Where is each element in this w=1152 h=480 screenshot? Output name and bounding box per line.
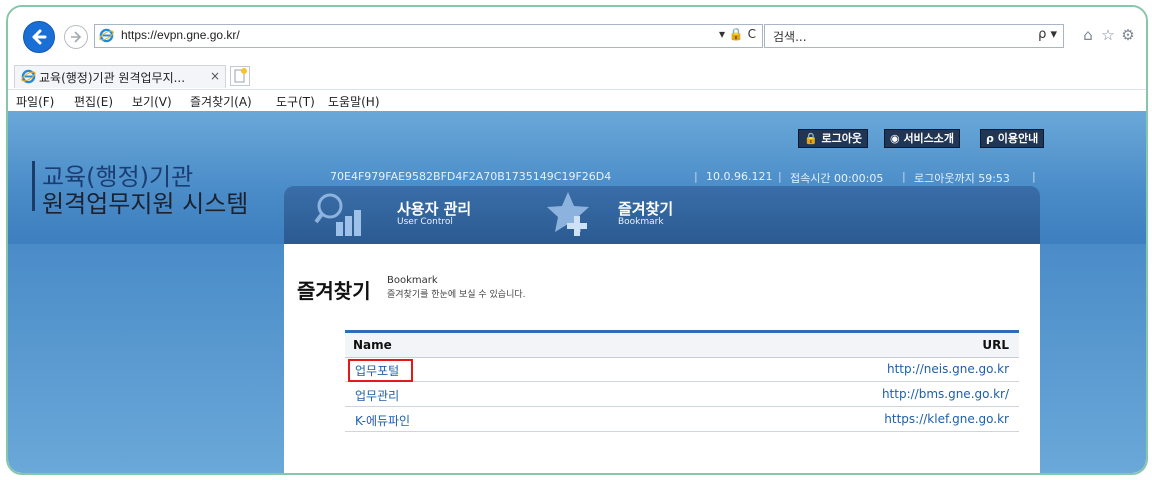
menu-edit[interactable]: 편집(E) [74, 93, 113, 110]
nav-bookmark-subtitle: Bookmark [618, 217, 664, 227]
url-field[interactable]: https://evpn.gne.go.kr/ ▾ 🔒 C [94, 24, 763, 48]
page-title: 즐겨찾기 [297, 279, 371, 303]
bookmark-name-link[interactable]: K-에듀파인 [355, 412, 410, 429]
new-tab-icon [234, 68, 247, 83]
nav-user-control-title: 사용자 관리 [397, 200, 472, 218]
table-header: Name URL [345, 330, 1019, 358]
address-bar-row: https://evpn.gne.go.kr/ ▾ 🔒 C 검색... ρ ▾ … [8, 7, 1146, 63]
menu-view[interactable]: 보기(V) [132, 93, 172, 110]
star-icon[interactable]: ☆ [1098, 26, 1118, 44]
bookmark-url-link[interactable]: http://neis.gne.go.kr [887, 362, 1009, 376]
search-placeholder[interactable]: 검색... [773, 28, 807, 45]
info-divider: | [1032, 170, 1036, 183]
guide-label: 이용안내 [997, 132, 1039, 145]
ip-address: 10.0.96.121 [706, 170, 773, 183]
back-button[interactable] [23, 21, 55, 53]
page-title-english: Bookmark [387, 275, 438, 286]
tab-bar: 교육(행정)기관 원격업무지... × [8, 63, 1146, 90]
column-url: URL [982, 338, 1009, 352]
browser-window: https://evpn.gne.go.kr/ ▾ 🔒 C 검색... ρ ▾ … [6, 5, 1148, 475]
page-description: 즐겨찾기를 한눈에 보실 수 있습니다. [387, 290, 526, 300]
home-icon[interactable]: ⌂ [1078, 26, 1098, 44]
url-tools-icons[interactable]: ▾ 🔒 C [719, 27, 756, 41]
system-title-line2: 원격업무지원 시스템 [42, 190, 249, 218]
info-divider: | [694, 170, 698, 183]
gear-icon[interactable]: ⚙ [1118, 26, 1138, 44]
browser-tab[interactable]: 교육(행정)기관 원격업무지... × [14, 65, 226, 88]
table-row: 업무포털 http://neis.gne.go.kr [345, 357, 1019, 382]
search-icon[interactable]: ρ ▾ [1038, 27, 1057, 42]
info-divider: | [778, 170, 782, 183]
forward-arrow-icon [71, 31, 82, 43]
browser-toolbar-icons: ⌂ ☆ ⚙ [1078, 25, 1144, 45]
bookmark-url-link[interactable]: http://bms.gne.go.kr/ [882, 387, 1009, 401]
search-field[interactable]: 검색... ρ ▾ [764, 24, 1064, 48]
bookmark-url-link[interactable]: https://klef.gne.go.kr [884, 412, 1009, 426]
title-accent-bar [32, 161, 35, 211]
column-name: Name [353, 338, 392, 352]
ie-logo-icon [21, 69, 36, 84]
url-text[interactable]: https://evpn.gne.go.kr/ [121, 28, 240, 42]
table-row: K-에듀파인 https://klef.gne.go.kr [345, 407, 1019, 432]
table-row: 업무관리 http://bms.gne.go.kr/ [345, 382, 1019, 407]
logout-countdown: 로그아웃까지 59:53 [914, 172, 1010, 185]
menu-favorites[interactable]: 즐겨찾기(A) [190, 93, 252, 110]
forward-button[interactable] [64, 25, 88, 49]
tab-close-icon[interactable]: × [210, 69, 220, 83]
menu-tools[interactable]: 도구(T) [276, 93, 315, 110]
logout-label: 로그아웃 [821, 132, 863, 145]
bookmark-star-icon [547, 192, 589, 236]
content-area: 즐겨찾기 Bookmark 즐겨찾기를 한눈에 보실 수 있습니다. Name … [284, 244, 1040, 473]
new-tab-button[interactable] [230, 66, 250, 86]
logout-button[interactable]: 🔒 로그아웃 [798, 129, 869, 148]
service-intro-button[interactable]: ◉ 서비스소개 [884, 129, 961, 148]
back-arrow-icon [32, 29, 47, 45]
session-id: 70E4F979FAE9582BFD4F2A70B1735149C19F26D4 [330, 170, 612, 183]
ie-logo-icon [99, 28, 114, 43]
menu-file[interactable]: 파일(F) [16, 93, 54, 110]
service-intro-label: 서비스소개 [903, 132, 955, 145]
guide-button[interactable]: ρ 이용안내 [980, 129, 1045, 148]
menu-bar: 파일(F) 편집(E) 보기(V) 즐겨찾기(A) 도구(T) 도움말(H) [8, 90, 1146, 111]
user-control-icon [314, 193, 361, 236]
bookmark-name-link[interactable]: 업무포털 [355, 362, 399, 379]
menu-help[interactable]: 도움말(H) [328, 93, 380, 110]
nav-bookmark-title: 즐겨찾기 [618, 200, 674, 218]
web-page: 교육(행정)기관 원격업무지원 시스템 🔒 로그아웃 ◉ 서비스소개 ρ 이용안… [8, 111, 1146, 473]
tab-title[interactable]: 교육(행정)기관 원격업무지... [39, 69, 185, 86]
info-divider: | [902, 170, 906, 183]
main-nav: 사용자 관리 User Control 즐겨찾기 Bookmark [284, 186, 1040, 244]
bookmark-name-link[interactable]: 업무관리 [355, 387, 399, 404]
nav-user-control-subtitle: User Control [397, 217, 453, 227]
connect-time: 접속시간 00:00:05 [790, 172, 884, 185]
